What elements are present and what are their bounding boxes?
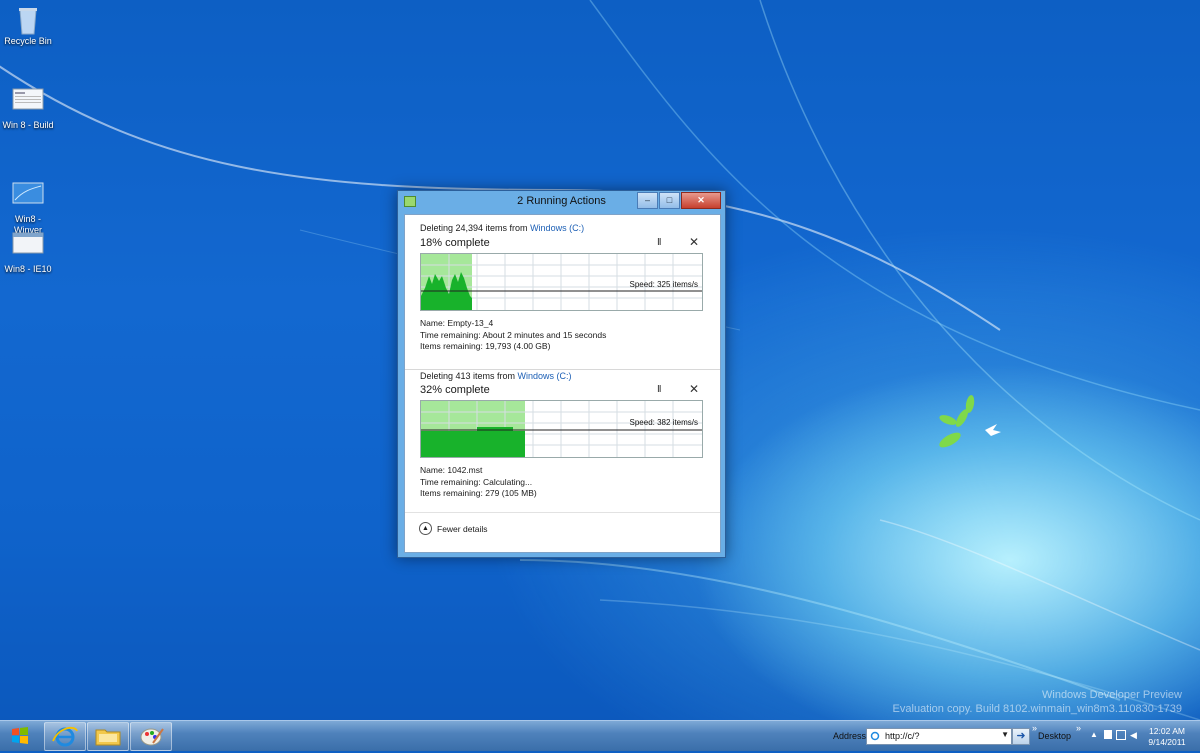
desktop-icon-label: Win 8 - Build	[2, 120, 54, 130]
dialog-titlebar[interactable]: 2 Running Actions – □ ✕	[398, 191, 725, 213]
speed-label: Speed: 325 items/s	[629, 280, 698, 289]
item-name: Name: Empty-13_4	[420, 318, 494, 328]
desktop-icon-win8-build[interactable]: Win 8 - Build	[0, 88, 56, 131]
operation-1: Deleting 24,394 items from Windows (C:) …	[405, 215, 720, 365]
percent-complete: 18% complete	[420, 237, 490, 249]
network-icon[interactable]	[1116, 730, 1126, 740]
watermark-line-2: Evaluation copy. Build 8102.winmain_win8…	[892, 703, 1182, 715]
dialog-client: Deleting 24,394 items from Windows (C:) …	[404, 214, 721, 553]
notification-area: ▲ ◀	[1090, 730, 1140, 740]
maximize-button[interactable]: □	[659, 192, 680, 209]
go-button[interactable]: ➜	[1012, 728, 1030, 745]
operation-description: Deleting 24,394 items from Windows (C:)	[420, 223, 584, 233]
speed-graph: Speed: 325 items/s	[420, 253, 703, 311]
toolbar-overflow-icon[interactable]: »	[1032, 723, 1037, 733]
cancel-button[interactable]: ✕	[689, 382, 699, 396]
speed-history-area	[421, 427, 525, 457]
desktop-icon-label: Win8 - IE10	[4, 264, 52, 274]
show-hidden-icons-icon[interactable]: ▲	[1090, 730, 1100, 740]
taskbar-file-explorer[interactable]	[87, 722, 129, 751]
operation-2: Deleting 413 items from Windows (C:) 32%…	[405, 369, 720, 520]
toolbar-overflow-icon[interactable]: »	[1076, 723, 1081, 733]
action-center-flag-icon[interactable]	[1104, 730, 1112, 739]
chevron-up-icon: ▲	[419, 522, 432, 535]
taskbar-internet-explorer[interactable]	[44, 722, 86, 751]
desktop-icon-win8-winver[interactable]: Win8 - Winver	[0, 160, 56, 236]
leaf-sprig-icon	[939, 395, 975, 448]
percent-complete: 32% complete	[420, 384, 490, 396]
desktop-icon-win8-ie10[interactable]: Win8 - IE10	[0, 232, 56, 275]
items-remaining: Items remaining: 279 (105 MB)	[420, 488, 537, 498]
items-remaining: Items remaining: 19,793 (4.00 GB)	[420, 341, 551, 351]
bird-icon	[985, 424, 1001, 436]
clock-date: 9/14/2011	[1148, 737, 1186, 747]
operation-source-link[interactable]: Windows (C:)	[518, 371, 572, 381]
desktop-icon-recycle-bin[interactable]: Recycle Bin	[0, 4, 56, 47]
minimize-button[interactable]: –	[637, 192, 658, 209]
system-clock[interactable]: 12:02 AM 9/14/2011	[1137, 726, 1197, 748]
fewer-details-label: Fewer details	[437, 523, 488, 534]
operation-action: Deleting 24,394 items from	[420, 223, 531, 233]
recycle-bin-icon	[12, 4, 44, 35]
address-input[interactable]: http://c/? ▼	[866, 728, 1012, 745]
speed-label: Speed: 382 items/s	[629, 418, 698, 427]
window-shortcut-icon	[12, 232, 44, 262]
speed-graph: Speed: 382 items/s	[420, 400, 703, 458]
operation-description: Deleting 413 items from Windows (C:)	[420, 371, 572, 381]
speed-graph-svg	[421, 401, 702, 457]
footer-divider	[405, 512, 720, 513]
operation-source-link[interactable]: Windows (C:)	[530, 223, 584, 233]
running-actions-dialog: 2 Running Actions – □ ✕ Deleting 24,394 …	[397, 190, 726, 558]
watermark-line-1: Windows Developer Preview	[1042, 689, 1182, 701]
windows-logo-icon	[12, 727, 28, 744]
desktop-icon-label: Recycle Bin	[4, 36, 52, 46]
taskbar-paint[interactable]	[130, 722, 172, 751]
time-remaining: Time remaining: About 2 minutes and 15 s…	[420, 329, 607, 340]
clock-time: 12:02 AM	[1149, 726, 1185, 736]
address-value: http://c/?	[885, 731, 920, 741]
file-explorer-icon	[95, 729, 121, 746]
winver-shortcut-icon	[12, 171, 44, 204]
paint-icon	[140, 728, 164, 746]
ie-page-icon	[870, 731, 880, 741]
item-name: Name: 1042.mst	[420, 465, 483, 475]
cancel-button[interactable]: ✕	[689, 235, 699, 249]
address-toolbar-label: Address	[833, 731, 867, 741]
close-button[interactable]: ✕	[681, 192, 721, 209]
build-watermark: Windows Developer Preview Evaluation cop…	[893, 688, 1182, 716]
document-shortcut-icon	[12, 88, 44, 118]
start-button[interactable]	[2, 722, 38, 750]
time-remaining: Time remaining: Calculating...	[420, 476, 533, 487]
pause-button[interactable]: II	[657, 237, 661, 248]
internet-explorer-icon	[52, 726, 78, 747]
desktop-toolbar-label[interactable]: Desktop	[1038, 731, 1071, 741]
pause-button[interactable]: II	[657, 384, 661, 395]
operation-details: Name: 1042.mst Time remaining: Calculati…	[420, 465, 537, 500]
taskbar: Address http://c/? ▼ ➜ » Desktop » ▲ ◀ 1…	[0, 720, 1200, 751]
operation-action: Deleting 413 items from	[420, 371, 518, 381]
fewer-details-button[interactable]: ▲ Fewer details	[419, 522, 488, 535]
operation-details: Name: Empty-13_4 Time remaining: About 2…	[420, 318, 606, 353]
chevron-down-icon[interactable]: ▼	[1001, 730, 1009, 739]
